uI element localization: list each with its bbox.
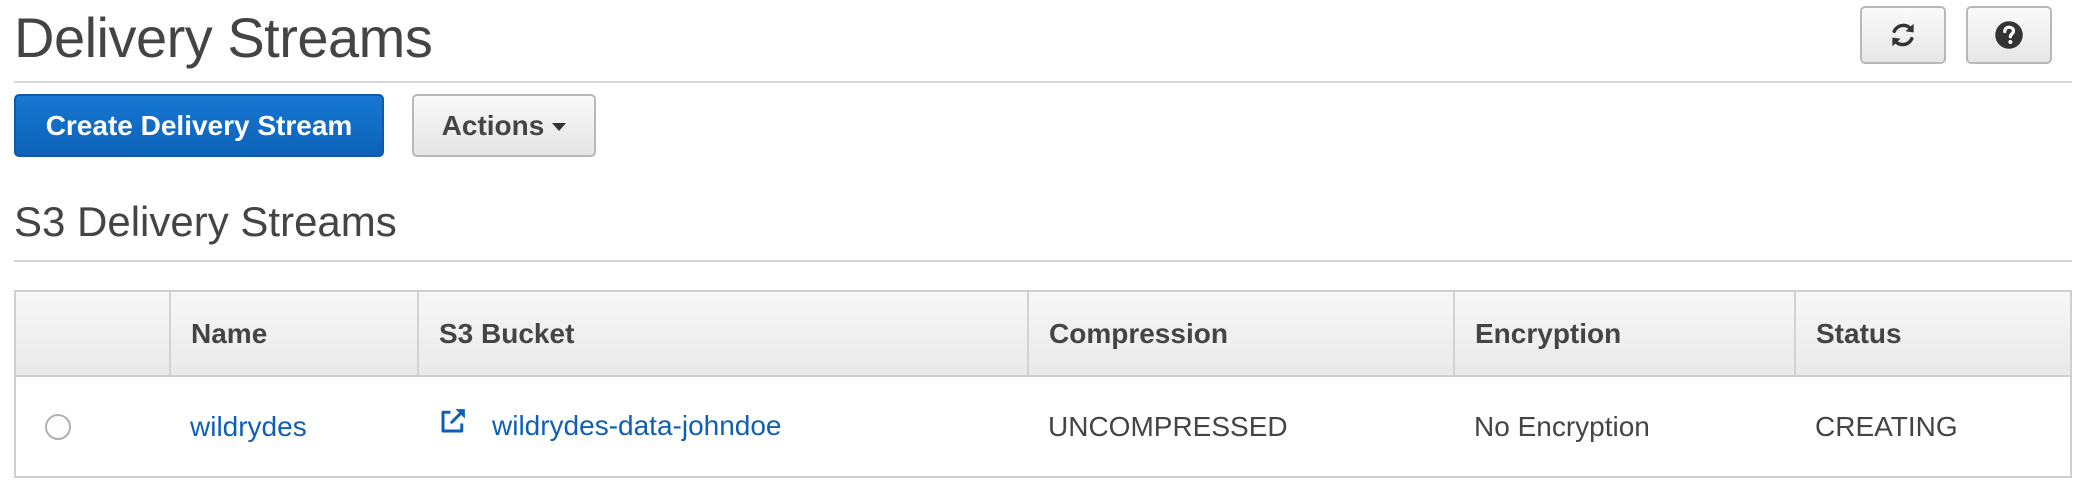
question-circle-icon [1995, 21, 2023, 49]
name-cell: wildrydes [170, 376, 418, 476]
status-cell: CREATING [1815, 410, 1958, 442]
section-title: S3 Delivery Streams [14, 198, 397, 245]
column-header-status[interactable]: Status [1794, 292, 2070, 377]
row-radio-button[interactable] [45, 414, 71, 440]
create-delivery-stream-button[interactable]: Create Delivery Stream [14, 94, 384, 157]
title-divider [14, 81, 2072, 83]
column-header-s3-bucket[interactable]: S3 Bucket [417, 292, 1028, 377]
help-button[interactable] [1966, 6, 2052, 64]
section-divider [14, 260, 2072, 262]
s3-bucket-link[interactable]: wildrydes-data-johndoe [492, 410, 782, 441]
encryption-cell: No Encryption [1474, 410, 1650, 442]
page-title: Delivery Streams [14, 6, 433, 69]
bucket-cell: wildrydes-data-johndoe [418, 376, 1028, 476]
stream-name-link[interactable]: wildrydes [190, 411, 307, 442]
caret-down-icon [552, 122, 567, 131]
table-row[interactable]: wildrydes wildrydes-data-johndoe UNCOMPR… [16, 376, 2070, 476]
refresh-button[interactable] [1860, 6, 1946, 64]
select-cell [16, 376, 170, 476]
column-header-encryption[interactable]: Encryption [1453, 292, 1795, 377]
delivery-streams-table: Name S3 Bucket Compression Encryption St… [14, 290, 2072, 478]
column-header-compression[interactable]: Compression [1027, 292, 1454, 377]
compression-cell: UNCOMPRESSED [1048, 410, 1288, 442]
select-column-header [16, 292, 170, 377]
table-header-row: Name S3 Bucket Compression Encryption St… [16, 292, 2070, 377]
external-link-icon[interactable] [438, 406, 468, 443]
actions-label: Actions [441, 109, 545, 141]
column-header-name[interactable]: Name [169, 292, 418, 377]
actions-dropdown-button[interactable]: Actions [412, 94, 596, 157]
refresh-icon [1892, 23, 1914, 47]
